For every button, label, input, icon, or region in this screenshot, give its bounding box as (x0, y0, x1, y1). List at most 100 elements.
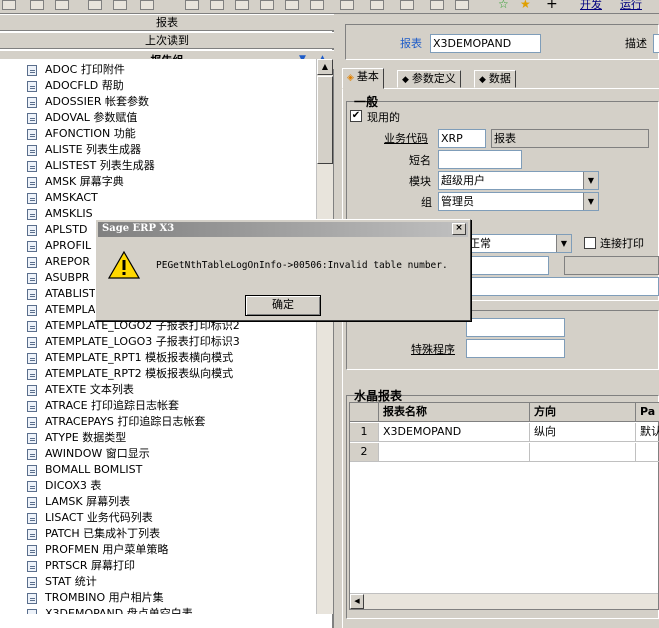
tab-param-def[interactable]: ◆ 参数定义 (397, 70, 461, 88)
toolbar-button[interactable] (55, 0, 69, 10)
list-item[interactable]: AMSKACT (0, 190, 316, 206)
list-item[interactable]: ALISTE 列表生成器 (0, 142, 316, 158)
close-icon[interactable]: × (452, 223, 466, 235)
group-label: 组 (421, 196, 432, 209)
connect-print-checkbox[interactable] (584, 237, 596, 249)
list-item-label: ATRACE 打印追踪日志帐套 (45, 399, 180, 412)
toolbar-button[interactable] (370, 0, 384, 10)
toolbar-button[interactable] (88, 0, 102, 10)
list-scrollbar[interactable]: ▲ (316, 59, 333, 614)
document-icon (27, 65, 37, 76)
mode-select[interactable]: 正常 ▼ (466, 234, 572, 253)
panel-header-last-read[interactable]: 上次读到 (0, 32, 334, 49)
list-item[interactable]: ATRACE 打印追踪日志帐套 (0, 398, 316, 414)
grid-header-name[interactable]: 报表名称 (379, 403, 530, 422)
document-icon (27, 417, 37, 428)
toolbar-button[interactable] (210, 0, 224, 10)
chevron-down-icon[interactable]: ▼ (583, 193, 598, 210)
toolbar-button[interactable] (285, 0, 299, 10)
grid-cell-pa[interactable] (636, 443, 659, 462)
mode-extra-field[interactable] (466, 256, 549, 275)
module-select[interactable]: 超级用户 ▼ (438, 171, 599, 190)
ok-button[interactable]: 确定 (245, 295, 321, 316)
toolbar-button[interactable] (185, 0, 199, 10)
list-item[interactable]: X3DEMOPAND 盘点单空白表 (0, 606, 316, 614)
grid-row-number[interactable]: 2 (350, 443, 379, 462)
grid-header-pa[interactable]: Pa (636, 403, 659, 422)
document-icon (27, 401, 37, 412)
chevron-down-icon[interactable]: ▼ (583, 172, 598, 189)
list-item[interactable]: PROFMEN 用户菜单策略 (0, 542, 316, 558)
program-field[interactable] (466, 318, 565, 337)
toolbar-button[interactable] (430, 0, 444, 10)
scroll-up-icon[interactable]: ▲ (317, 59, 333, 75)
toolbar-link-dev[interactable]: 开发 (580, 0, 602, 12)
grid-hscrollbar[interactable]: ◀ (350, 593, 658, 609)
list-item[interactable]: ATEMPLATE_LOGO3 子报表打印标识3 (0, 334, 316, 350)
scroll-left-icon[interactable]: ◀ (350, 594, 364, 609)
extra-field[interactable] (466, 277, 659, 296)
toolbar-button[interactable] (400, 0, 414, 10)
grid-cell-pa[interactable]: 默认 (636, 423, 659, 442)
toolbar-button[interactable] (30, 0, 44, 10)
list-item[interactable]: BOMALL BOMLIST (0, 462, 316, 478)
active-checkbox[interactable]: ✔ (350, 110, 362, 122)
document-icon (27, 321, 37, 332)
connect-print-label: 连接打印 (600, 237, 644, 250)
list-item[interactable]: LAMSK 屏幕列表 (0, 494, 316, 510)
description-field[interactable] (653, 34, 659, 53)
list-item-label: ADOC 打印附件 (45, 63, 125, 76)
toolbar-button[interactable] (235, 0, 249, 10)
document-icon (27, 513, 37, 524)
grid-cell-direction[interactable] (530, 443, 636, 462)
toolbar-button[interactable] (310, 0, 324, 10)
list-item[interactable]: TROMBINO 用户相片集 (0, 590, 316, 606)
favorite-star-icon[interactable]: ☆ (498, 0, 510, 10)
group-select[interactable]: 管理员 ▼ (438, 192, 599, 211)
toolbar-button[interactable] (340, 0, 354, 10)
chevron-down-icon[interactable]: ▼ (556, 235, 571, 252)
tab-data[interactable]: ◆ 数据 (474, 70, 516, 88)
toolbar-button[interactable] (140, 0, 154, 10)
list-item[interactable]: AMSK 屏幕字典 (0, 174, 316, 190)
star-icon[interactable]: ★ (520, 0, 532, 10)
scroll-thumb[interactable] (317, 76, 333, 164)
grid-cell-name[interactable]: X3DEMOPAND (379, 423, 530, 442)
list-item[interactable]: ATEMPLATE_RPT2 模板报表纵向模式 (0, 366, 316, 382)
list-item[interactable]: AWINDOW 窗口显示 (0, 446, 316, 462)
report-code-field[interactable]: X3DEMOPAND (430, 34, 541, 53)
grid-header-direction[interactable]: 方向 (530, 403, 636, 422)
list-item[interactable]: ADOVAL 参数赋值 (0, 110, 316, 126)
grid-cell-direction[interactable]: 纵向 (530, 423, 636, 442)
bizcode-field[interactable]: XRP (438, 129, 486, 148)
list-item[interactable]: ADOSSIER 帐套参数 (0, 94, 316, 110)
short-name-field[interactable] (438, 150, 522, 169)
add-icon[interactable]: + (546, 0, 558, 11)
list-item[interactable]: ADOC 打印附件 (0, 62, 316, 78)
module-select-value: 超级用户 (441, 174, 485, 187)
toolbar-button[interactable] (113, 0, 127, 10)
grid-cell-name[interactable] (379, 443, 530, 462)
list-item[interactable]: DICOX3 表 (0, 478, 316, 494)
list-item[interactable]: ADOCFLD 帮助 (0, 78, 316, 94)
list-item[interactable]: AFONCTION 功能 (0, 126, 316, 142)
list-item[interactable]: PRTSCR 屏幕打印 (0, 558, 316, 574)
list-item[interactable]: ATEMPLATE_RPT1 模板报表横向模式 (0, 350, 316, 366)
toolbar-button[interactable] (455, 0, 469, 10)
special-program-field[interactable] (466, 339, 565, 358)
document-icon (27, 225, 37, 236)
toolbar-button[interactable] (260, 0, 274, 10)
toolbar-link-run[interactable]: 运行 (620, 0, 642, 12)
dialog-titlebar: Sage ERP X3 × (98, 222, 468, 237)
list-item[interactable]: ATEXTE 文本列表 (0, 382, 316, 398)
list-item[interactable]: ALISTEST 列表生成器 (0, 158, 316, 174)
list-item[interactable]: STAT 统计 (0, 574, 316, 590)
tab-basic[interactable]: ◈ 基本 (342, 68, 384, 89)
panel-header-report[interactable]: 报表 (0, 14, 334, 31)
toolbar-button[interactable] (2, 0, 16, 10)
list-item[interactable]: ATYPE 数据类型 (0, 430, 316, 446)
grid-row-number[interactable]: 1 (350, 423, 379, 442)
list-item[interactable]: LISACT 业务代码列表 (0, 510, 316, 526)
list-item[interactable]: ATRACEPAYS 打印追踪日志帐套 (0, 414, 316, 430)
list-item[interactable]: PATCH 已集成补丁列表 (0, 526, 316, 542)
